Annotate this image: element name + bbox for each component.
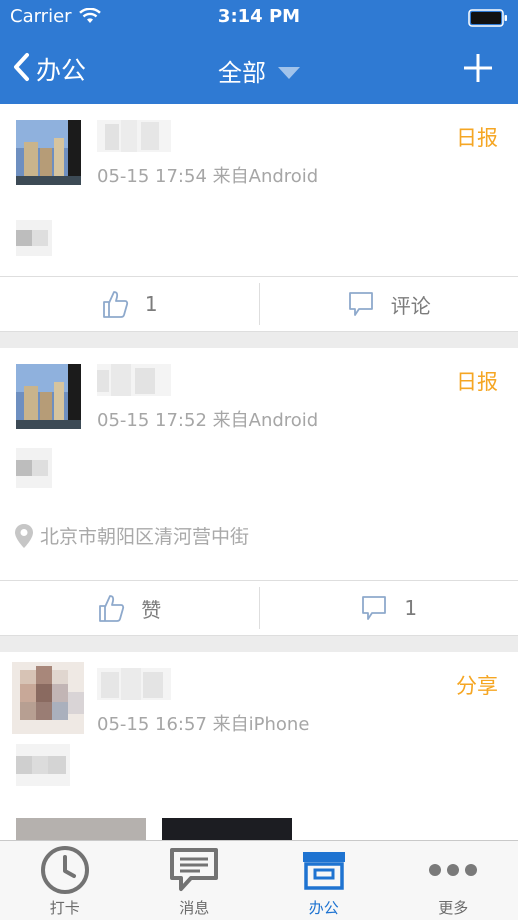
office-icon	[301, 843, 347, 897]
dropdown-arrow-icon	[278, 66, 300, 79]
post-card[interactable]: 05-15 17:52 来自Android 日报 北京市朝阳区清河营中街 赞 1	[0, 348, 518, 636]
battery-icon	[468, 9, 508, 31]
post-content-blurred	[16, 744, 70, 786]
location-text: 北京市朝阳区清河营中街	[40, 526, 250, 548]
post-content-blurred	[16, 448, 52, 488]
avatar[interactable]	[12, 662, 84, 734]
post-location[interactable]: 北京市朝阳区清河营中街	[14, 522, 249, 549]
like-count: 1	[144, 292, 158, 316]
add-button[interactable]	[462, 52, 494, 84]
location-pin-icon	[14, 523, 34, 549]
card-separator	[0, 636, 518, 652]
post-source: 来自Android	[212, 410, 319, 431]
tab-bar: 打卡 消息 办公 更多	[0, 840, 518, 920]
tab-label: 更多	[438, 899, 469, 917]
feed-list[interactable]: 05-15 17:54 来自Android 日报 1 评论 05-15 17:5…	[0, 104, 518, 840]
post-actions: 1 评论	[0, 276, 518, 332]
thumbs-up-icon	[101, 289, 129, 319]
post-image[interactable]	[16, 818, 146, 840]
navigation-bar: 办公 全部	[0, 36, 518, 104]
post-content-blurred	[16, 220, 52, 256]
comment-button[interactable]: 1	[260, 581, 518, 635]
post-tag[interactable]: 日报	[456, 366, 498, 396]
post-card[interactable]: 05-15 17:54 来自Android 日报 1 评论	[0, 104, 518, 332]
like-button[interactable]: 赞	[0, 587, 260, 629]
tab-label: 打卡	[49, 899, 80, 917]
author-name-blurred	[97, 668, 171, 700]
like-button[interactable]: 1	[0, 283, 260, 325]
status-time: 3:14 PM	[217, 6, 301, 27]
post-images	[16, 818, 292, 840]
post-source: 来自Android	[212, 166, 319, 187]
post-time: 05-15 17:54	[97, 166, 207, 187]
comment-icon	[360, 594, 388, 622]
author-name-blurred	[97, 120, 171, 152]
comment-icon	[347, 290, 375, 318]
avatar[interactable]	[16, 364, 81, 429]
post-image[interactable]	[162, 818, 292, 840]
post-card[interactable]: 05-15 16:57 来自iPhone 分享	[0, 652, 518, 840]
comment-label: 评论	[390, 293, 431, 318]
author-name-blurred	[97, 364, 171, 396]
post-meta: 05-15 16:57 来自iPhone	[97, 710, 309, 736]
post-actions: 赞 1	[0, 580, 518, 636]
comment-button[interactable]: 评论	[260, 277, 518, 331]
post-time: 05-15 17:52	[97, 410, 207, 431]
tab-label: 办公	[308, 899, 339, 917]
tab-more[interactable]: 更多	[389, 841, 518, 920]
clock-icon	[40, 843, 90, 897]
filter-dropdown[interactable]: 全部	[0, 53, 518, 88]
comment-count: 1	[404, 596, 418, 620]
tab-office[interactable]: 办公	[259, 841, 389, 920]
post-tag[interactable]: 分享	[456, 670, 498, 700]
message-icon	[169, 843, 219, 897]
more-icon	[428, 843, 478, 897]
post-meta: 05-15 17:52 来自Android	[97, 406, 318, 432]
thumbs-up-icon	[97, 593, 125, 623]
nav-title: 全部	[218, 59, 266, 87]
card-separator	[0, 332, 518, 348]
tab-clock-in[interactable]: 打卡	[0, 841, 130, 920]
avatar[interactable]	[16, 120, 81, 185]
post-source: 来自iPhone	[212, 714, 310, 735]
app-header: Carrier 3:14 PM 办公 全部	[0, 0, 518, 104]
post-tag[interactable]: 日报	[456, 122, 498, 152]
post-time: 05-15 16:57	[97, 714, 207, 735]
tab-messages[interactable]: 消息	[130, 841, 260, 920]
plus-icon	[464, 54, 492, 82]
tab-label: 消息	[179, 899, 210, 917]
like-label: 赞	[141, 597, 162, 622]
status-bar: Carrier 3:14 PM	[0, 0, 518, 36]
post-meta: 05-15 17:54 来自Android	[97, 162, 318, 188]
